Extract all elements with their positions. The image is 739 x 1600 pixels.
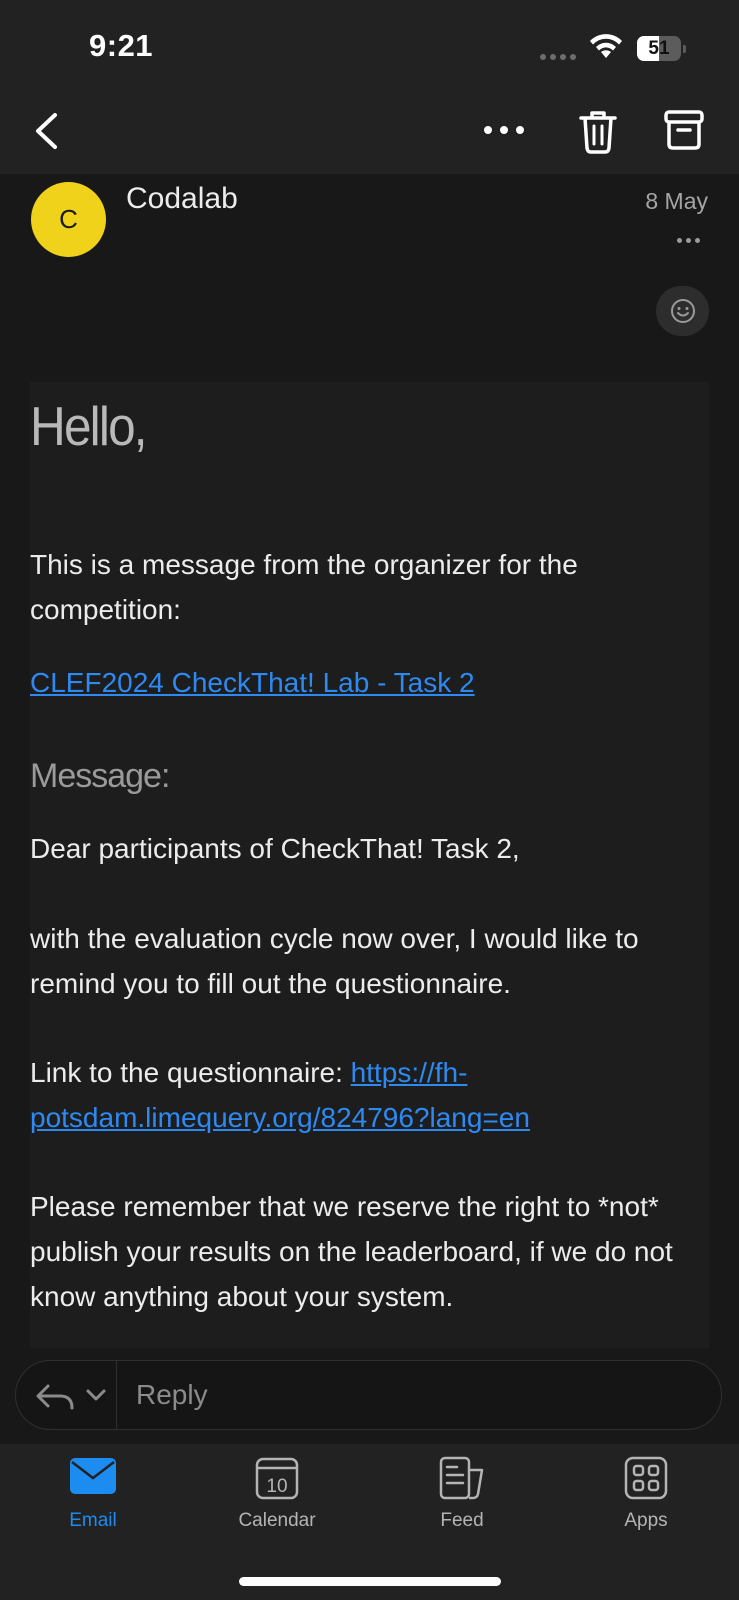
tab-calendar-label: Calendar [238,1510,316,1531]
competition-link-line: CLEF2024 CheckThat! Lab - Task 2 [30,660,709,705]
salutation-text: Dear participants of CheckThat! Task 2, [30,833,520,864]
wifi-icon [590,34,622,58]
message-more-button[interactable] [677,238,700,243]
home-indicator [239,1577,501,1586]
intro-text: This is a message from the organizer for… [30,549,578,625]
reply-divider [116,1361,117,1429]
questionnaire-prefix: Link to the questionnaire: [30,1057,351,1088]
archive-button[interactable] [662,108,706,152]
calendar-icon: 10 [255,1457,299,1500]
battery-indicator: 51 [637,36,687,61]
tab-apps-label: Apps [624,1510,668,1531]
reminder-text: with the evaluation cycle now over, I wo… [30,923,639,999]
notice-text: Please remember that we reserve the righ… [30,1191,673,1312]
tab-feed-label: Feed [440,1510,484,1531]
message-label: Message: [30,757,170,795]
smiley-icon [670,299,695,323]
delete-button[interactable] [576,108,620,156]
more-options-button[interactable] [482,110,526,150]
tab-apps[interactable]: Apps [586,1456,706,1536]
reaction-button[interactable] [656,286,709,336]
reply-options-button[interactable] [34,1376,126,1416]
greeting: Hello, [30,395,148,457]
sender-name[interactable]: Codalab [126,182,238,216]
reply-bar: Reply [15,1360,722,1430]
tab-calendar[interactable]: 10 Calendar [217,1456,337,1536]
status-time: 9:21 [89,28,154,63]
cellular-signal-icon [540,54,576,60]
tab-feed[interactable]: Feed [402,1456,522,1536]
calendar-day: 10 [266,1476,287,1497]
top-bar: 9:21 51 [0,0,739,174]
email-body: Hello, This is a message from the organi… [30,382,709,1348]
message-date: 8 May [645,188,708,214]
battery-percent: 51 [648,38,670,59]
questionnaire-line: Link to the questionnaire: https://fh-po… [30,1050,709,1140]
feed-icon [439,1456,484,1500]
mail-icon [70,1458,116,1494]
apps-icon [624,1456,668,1500]
tab-email-label: Email [69,1510,117,1531]
competition-link[interactable]: CLEF2024 CheckThat! Lab - Task 2 [30,667,475,698]
reply-input[interactable]: Reply [136,1379,208,1411]
back-button[interactable] [28,106,68,156]
tab-email[interactable]: Email [33,1456,153,1536]
sender-avatar[interactable]: C [31,182,106,257]
